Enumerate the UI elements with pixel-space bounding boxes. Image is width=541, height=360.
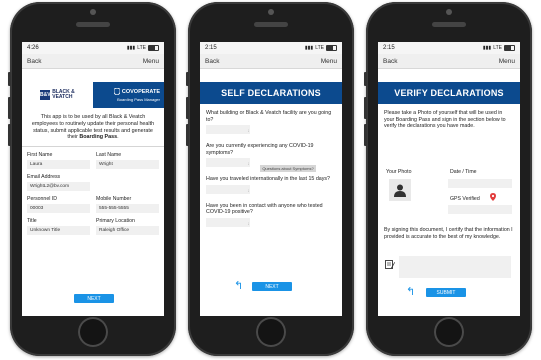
question-symptoms: Are you currently experiencing any COVID… bbox=[206, 143, 314, 156]
contact-input[interactable]: ⁞ bbox=[206, 217, 250, 227]
last-name-field[interactable]: Wright bbox=[96, 160, 159, 170]
resize-grip-icon: ⁞ bbox=[247, 187, 249, 193]
mute-switch bbox=[364, 72, 367, 86]
next-button[interactable]: NEXT bbox=[252, 282, 292, 291]
registration-screen: 4:26 ▮▮▮ LTE Back Menu B&V BLACK & VEATCH… bbox=[22, 42, 164, 316]
date-time-label: Date / Time bbox=[450, 169, 477, 175]
page-title: SELF DECLARATIONS bbox=[200, 82, 342, 104]
status-time: 2:15 bbox=[205, 45, 217, 51]
signal-icon: ▮▮▮ bbox=[482, 45, 492, 51]
signal-icon: ▮▮▮ bbox=[126, 45, 136, 51]
mobile-number-field[interactable]: 555-555-5555 bbox=[96, 204, 159, 214]
certification-text: By signing this document, I certify that… bbox=[384, 227, 513, 240]
carrier-label: LTE bbox=[137, 45, 146, 51]
volume-down-button bbox=[364, 124, 367, 146]
submit-button[interactable]: SUBMIT bbox=[426, 288, 466, 297]
personnel-id-field[interactable]: 00003 bbox=[27, 204, 90, 214]
volume-down-button bbox=[186, 124, 189, 146]
volume-up-button bbox=[364, 97, 367, 119]
facility-input[interactable]: ⁞ bbox=[206, 125, 250, 134]
gps-verified-label: GPS Verified bbox=[450, 196, 480, 202]
status-bar: 2:15 ▮▮▮ LTE bbox=[378, 42, 520, 54]
menu-button[interactable]: Menu bbox=[143, 58, 159, 65]
symptoms-info-button[interactable]: Questions about Symptoms? bbox=[260, 165, 316, 172]
bv-logo-mark: B&V bbox=[40, 90, 51, 100]
front-camera bbox=[446, 9, 452, 15]
nav-bar: Back Menu bbox=[200, 54, 342, 69]
resize-grip-icon: ⁞ bbox=[247, 161, 249, 166]
logo-header: B&V BLACK & VEATCH COVOPERATE Boarding Pa… bbox=[22, 82, 164, 108]
mute-switch bbox=[8, 72, 11, 86]
map-pin-icon bbox=[490, 193, 496, 201]
home-button[interactable] bbox=[256, 317, 286, 347]
back-arrow-icon[interactable]: ↰ bbox=[406, 287, 415, 298]
next-button[interactable]: NEXT bbox=[74, 294, 114, 303]
profile-form: First Name Laura Last Name Wright Email … bbox=[22, 147, 164, 236]
primary-location-field[interactable]: Raleigh Office bbox=[96, 226, 159, 236]
phone-frame-registration: 4:26 ▮▮▮ LTE Back Menu B&V BLACK & VEATCH… bbox=[8, 2, 176, 356]
earpiece bbox=[76, 22, 110, 27]
back-arrow-icon[interactable]: ↰ bbox=[234, 281, 243, 292]
volume-down-button bbox=[8, 124, 11, 146]
verify-declarations-screen: 2:15 ▮▮▮ LTE Back Menu VERIFY DECLARATIO… bbox=[378, 42, 520, 316]
phone-frame-self-declarations: 2:15 ▮▮▮ LTE Back Menu SELF DECLARATIONS… bbox=[186, 2, 354, 356]
first-name-field[interactable]: Laura bbox=[27, 160, 90, 170]
menu-button[interactable]: Menu bbox=[321, 58, 337, 65]
verify-instructions: Please take a Photo of yourself that wil… bbox=[384, 110, 506, 130]
covoperate-logo: COVOPERATE Boarding Pass Manager bbox=[93, 82, 164, 108]
volume-up-button bbox=[186, 97, 189, 119]
intro-text: This app is to be used by all Black & Ve… bbox=[22, 108, 164, 148]
question-contact: Have you been in contact with anyone who… bbox=[206, 202, 323, 216]
self-declarations-screen: 2:15 ▮▮▮ LTE Back Menu SELF DECLARATIONS… bbox=[200, 42, 342, 316]
menu-button[interactable]: Menu bbox=[499, 58, 515, 65]
symptoms-input[interactable]: ⁞ bbox=[206, 158, 250, 167]
signature-pad[interactable] bbox=[399, 256, 511, 278]
carrier-label: LTE bbox=[493, 45, 502, 51]
page-title: VERIFY DECLARATIONS bbox=[378, 82, 520, 104]
home-button[interactable] bbox=[434, 317, 464, 347]
signal-icon: ▮▮▮ bbox=[304, 45, 314, 51]
battery-icon bbox=[148, 45, 159, 51]
home-button[interactable] bbox=[78, 317, 108, 347]
carrier-label: LTE bbox=[315, 45, 324, 51]
signature-pen-icon bbox=[385, 260, 395, 269]
volume-up-button bbox=[8, 97, 11, 119]
status-time: 4:26 bbox=[27, 45, 39, 51]
status-bar: 4:26 ▮▮▮ LTE bbox=[22, 42, 164, 54]
title-field[interactable]: Unknown Title bbox=[27, 226, 90, 236]
front-camera bbox=[268, 9, 274, 15]
mute-switch bbox=[186, 72, 189, 86]
travel-input[interactable]: ⁞ bbox=[206, 184, 250, 194]
resize-grip-icon: ⁞ bbox=[247, 220, 249, 226]
question-travel: Have you traveled internationally in the… bbox=[206, 176, 330, 182]
gps-field bbox=[448, 205, 512, 214]
earpiece bbox=[254, 22, 288, 27]
status-time: 2:15 bbox=[383, 45, 395, 51]
phone-frame-verify-declarations: 2:15 ▮▮▮ LTE Back Menu VERIFY DECLARATIO… bbox=[364, 2, 532, 356]
back-button[interactable]: Back bbox=[383, 58, 397, 65]
your-photo-label: Your Photo bbox=[386, 169, 412, 175]
status-bar: 2:15 ▮▮▮ LTE bbox=[200, 42, 342, 54]
date-time-field bbox=[448, 179, 512, 188]
black-veatch-logo: B&V BLACK & VEATCH bbox=[22, 82, 93, 108]
back-button[interactable]: Back bbox=[205, 58, 219, 65]
earpiece bbox=[432, 22, 466, 27]
back-button[interactable]: Back bbox=[27, 58, 41, 65]
battery-icon bbox=[326, 45, 337, 51]
question-facility: What building or Black & Veatch facility… bbox=[206, 110, 332, 123]
battery-icon bbox=[504, 45, 515, 51]
front-camera bbox=[90, 9, 96, 15]
nav-bar: Back Menu bbox=[378, 54, 520, 69]
nav-bar: Back Menu bbox=[22, 54, 164, 69]
email-field[interactable]: WrightL2@bv.com bbox=[27, 182, 90, 192]
photo-capture[interactable] bbox=[389, 179, 411, 201]
resize-grip-icon: ⁞ bbox=[247, 128, 249, 133]
person-icon bbox=[394, 184, 406, 197]
shield-icon bbox=[113, 88, 120, 95]
